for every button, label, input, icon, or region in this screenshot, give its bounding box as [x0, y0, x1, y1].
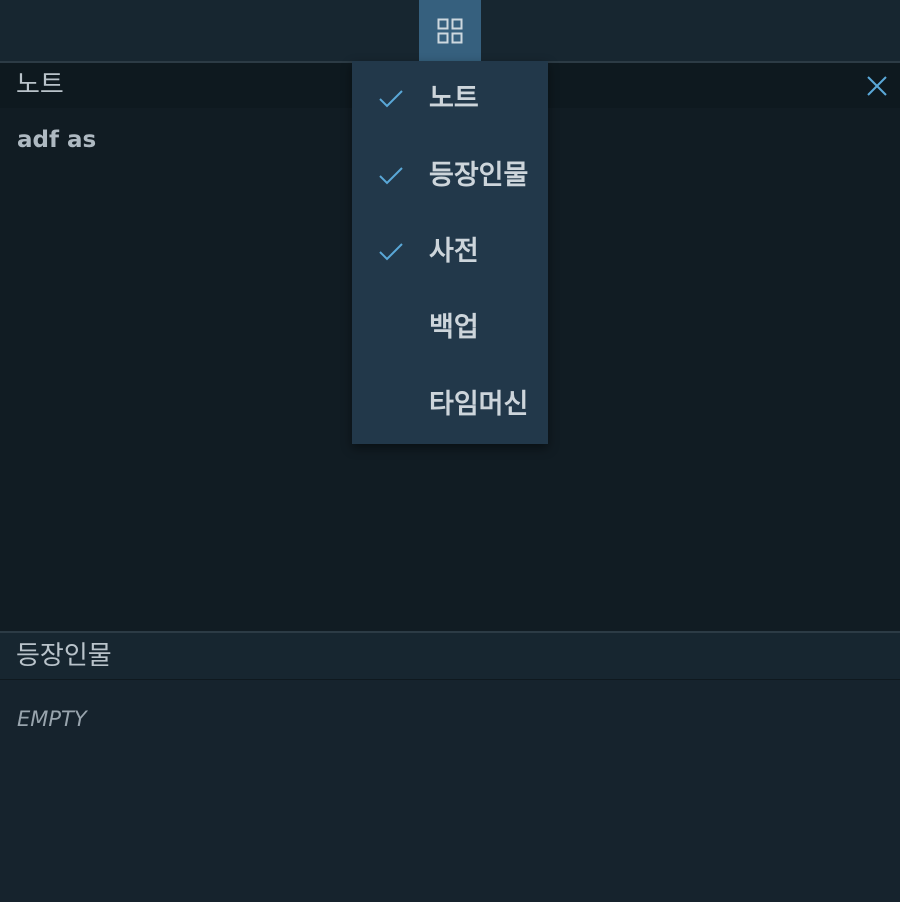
menu-item-label: 백업	[429, 312, 479, 343]
grid-icon	[437, 18, 463, 43]
menu-item-label: 노트	[429, 83, 479, 114]
menu-item-label: 사전	[429, 236, 479, 267]
panel-toggle-button[interactable]	[419, 0, 481, 61]
characters-panel-header: 등장인물	[0, 633, 900, 680]
menu-item-label: 등장인물	[429, 160, 529, 191]
empty-state-text: EMPTY	[17, 707, 87, 731]
checkmark-icon	[379, 90, 403, 108]
top-toolbar	[0, 0, 900, 63]
checkmark-icon	[379, 167, 403, 185]
panel-menu-dropdown: 노트 등장인물 사전 백업 타임머신	[352, 61, 548, 444]
checkmark-icon	[379, 243, 403, 261]
close-icon[interactable]	[866, 75, 888, 97]
notes-panel-title: 노트	[16, 70, 64, 100]
characters-panel: 등장인물 EMPTY	[0, 631, 900, 902]
characters-panel-title: 등장인물	[16, 641, 112, 671]
menu-item-notes[interactable]: 노트	[352, 61, 548, 137]
menu-item-dictionary[interactable]: 사전	[352, 214, 548, 290]
menu-item-label: 타임머신	[429, 389, 529, 420]
menu-item-characters[interactable]: 등장인물	[352, 138, 548, 214]
note-list-item[interactable]: adf as	[17, 127, 96, 153]
menu-item-backup[interactable]: 백업	[352, 290, 548, 366]
menu-item-time-machine[interactable]: 타임머신	[352, 367, 548, 443]
